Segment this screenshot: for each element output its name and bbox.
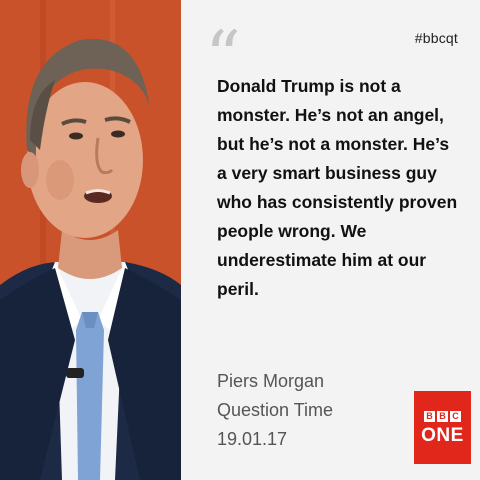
speaker-name: Piers Morgan xyxy=(217,371,325,391)
speaker-photo xyxy=(0,0,181,480)
show-name: Question Time xyxy=(217,400,334,420)
quote-text: Donald Trump is not a monster. He’s not … xyxy=(217,76,458,299)
quote-card: “ #bbcqt Donald Trump is not a monster. … xyxy=(181,0,480,480)
channel-word: ONE xyxy=(421,424,464,446)
bbc-one-logo: B B C ONE xyxy=(414,391,471,464)
hashtag: #bbcqt xyxy=(414,30,458,46)
bbc-block-letter: C xyxy=(450,410,461,422)
broadcast-date: 19.01.17 xyxy=(217,429,288,449)
bbc-blocks: B B C xyxy=(424,410,461,422)
speaker-portrait-illustration xyxy=(0,0,181,480)
bbc-block-letter: B xyxy=(437,410,448,422)
bbc-block-letter: B xyxy=(424,410,435,422)
attribution: Piers Morgan Question Time 19.01.17 xyxy=(217,367,333,454)
